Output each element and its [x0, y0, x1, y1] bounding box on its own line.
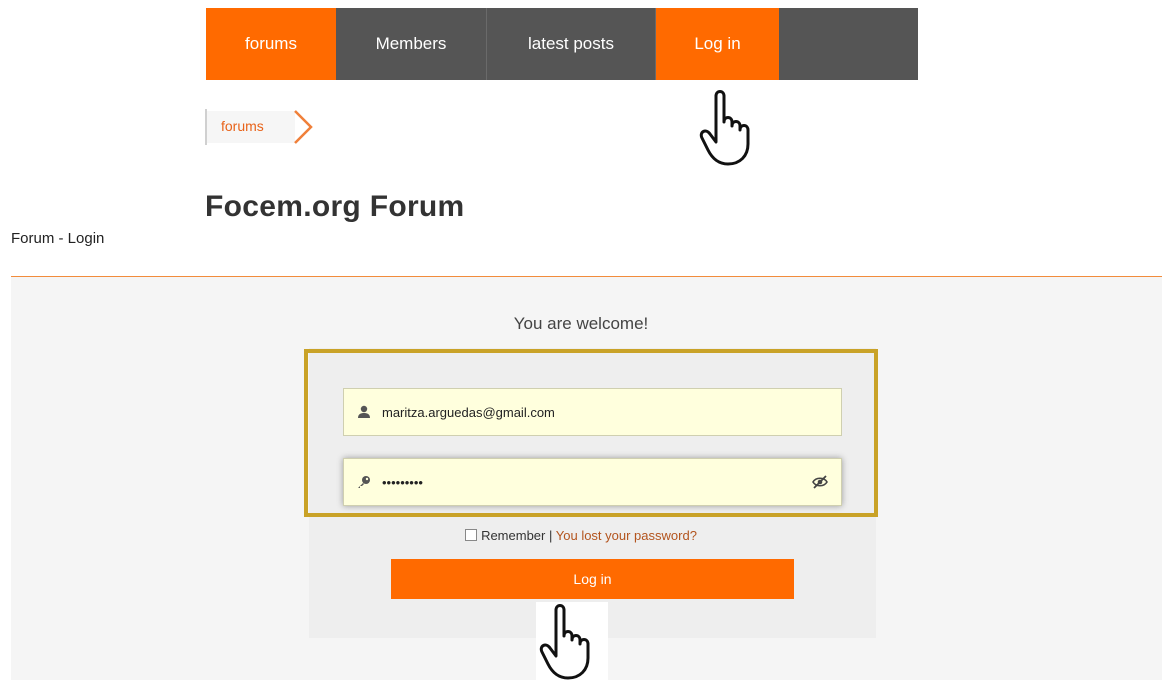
- focus-highlight-box: [304, 349, 878, 517]
- page-title: Focem.org Forum: [205, 190, 465, 223]
- login-button[interactable]: Log in: [391, 559, 794, 599]
- breadcrumb-forums-link[interactable]: forums: [221, 118, 264, 134]
- remember-separator: |: [548, 528, 553, 543]
- lost-password-link[interactable]: You lost your password?: [556, 528, 697, 543]
- breadcrumb: forums: [205, 109, 313, 145]
- remember-label: Remember: [481, 528, 546, 543]
- nav-item-forums[interactable]: forums: [206, 8, 336, 80]
- remember-row: Remember | You lost your password?: [0, 528, 1162, 543]
- nav-item-members[interactable]: Members: [336, 8, 487, 80]
- hand-pointer-icon: [696, 88, 760, 171]
- page-subtitle: Forum - Login: [11, 230, 105, 247]
- welcome-heading: You are welcome!: [513, 314, 649, 333]
- remember-checkbox[interactable]: [465, 529, 478, 541]
- main-nav: forums Members latest posts Log in: [206, 8, 918, 80]
- nav-item-latest-posts[interactable]: latest posts: [487, 8, 656, 80]
- hand-pointer-icon: [536, 602, 608, 680]
- nav-item-log-in[interactable]: Log in: [656, 8, 779, 80]
- chevron-right-icon: [294, 110, 313, 144]
